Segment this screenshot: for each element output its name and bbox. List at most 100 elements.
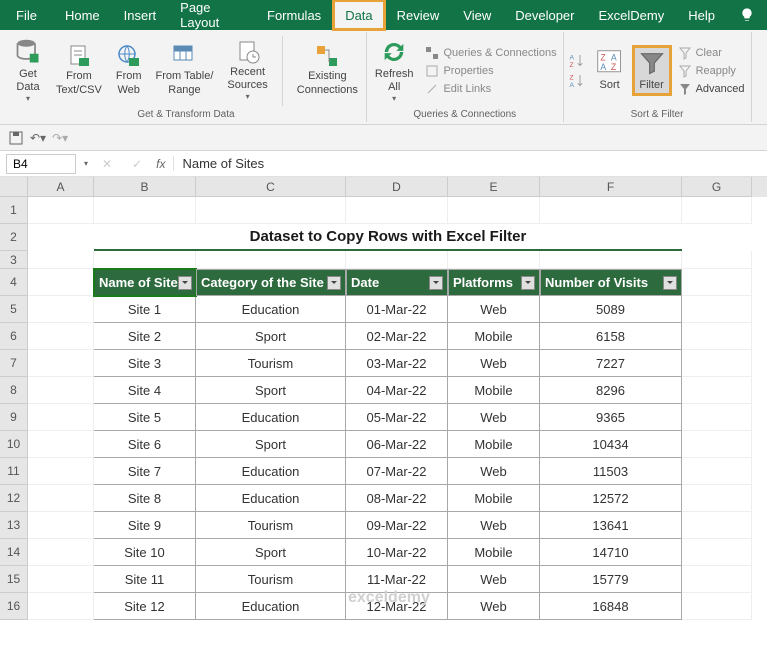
redo-button[interactable]: ↷▾ — [52, 131, 68, 145]
data-cell[interactable]: 02-Mar-22 — [346, 323, 448, 350]
data-cell[interactable]: Mobile — [448, 485, 540, 512]
table-header-platforms[interactable]: Platforms — [448, 269, 540, 296]
tell-me-icon[interactable] — [727, 0, 767, 30]
advanced-button[interactable]: Advanced — [676, 81, 747, 97]
tab-insert[interactable]: Insert — [112, 0, 169, 30]
formula-content[interactable]: Name of Sites — [173, 156, 264, 171]
cell[interactable] — [540, 197, 682, 224]
col-header-c[interactable]: C — [196, 177, 346, 197]
row-header[interactable]: 9 — [0, 404, 28, 431]
tab-exceldemy[interactable]: ExcelDemy — [587, 0, 677, 30]
undo-button[interactable]: ↶▾ — [30, 131, 46, 145]
cell[interactable] — [28, 377, 94, 404]
data-cell[interactable]: Site 11 — [94, 566, 196, 593]
data-cell[interactable]: Education — [196, 593, 346, 620]
data-cell[interactable]: 04-Mar-22 — [346, 377, 448, 404]
data-cell[interactable]: 03-Mar-22 — [346, 350, 448, 377]
cell[interactable] — [682, 251, 752, 269]
cell[interactable] — [682, 296, 752, 323]
data-cell[interactable]: Web — [448, 404, 540, 431]
data-cell[interactable]: Web — [448, 566, 540, 593]
data-cell[interactable]: 8296 — [540, 377, 682, 404]
data-cell[interactable]: Site 1 — [94, 296, 196, 323]
data-cell[interactable]: Site 9 — [94, 512, 196, 539]
data-cell[interactable]: 6158 — [540, 323, 682, 350]
from-web-button[interactable]: From Web — [112, 42, 146, 98]
tab-view[interactable]: View — [451, 0, 503, 30]
cell[interactable] — [682, 224, 752, 251]
col-header-g[interactable]: G — [682, 177, 752, 197]
queries-connections-button[interactable]: Queries & Connections — [423, 45, 558, 61]
filter-dropdown-button[interactable] — [521, 276, 535, 290]
tab-home[interactable]: Home — [53, 0, 112, 30]
name-box[interactable] — [6, 154, 76, 174]
data-cell[interactable]: Mobile — [448, 539, 540, 566]
cell[interactable] — [28, 485, 94, 512]
data-cell[interactable]: Tourism — [196, 512, 346, 539]
data-cell[interactable]: 15779 — [540, 566, 682, 593]
cell[interactable] — [196, 197, 346, 224]
data-cell[interactable]: 5089 — [540, 296, 682, 323]
cell[interactable] — [28, 296, 94, 323]
data-cell[interactable]: Sport — [196, 431, 346, 458]
data-cell[interactable]: Site 4 — [94, 377, 196, 404]
row-header[interactable]: 3 — [0, 251, 28, 269]
data-cell[interactable]: Site 5 — [94, 404, 196, 431]
col-header-b[interactable]: B — [94, 177, 196, 197]
get-data-button[interactable]: Get Data▾ — [10, 36, 46, 106]
filter-dropdown-button[interactable] — [663, 276, 677, 290]
data-cell[interactable]: Sport — [196, 377, 346, 404]
table-header-date[interactable]: Date — [346, 269, 448, 296]
cell[interactable] — [682, 377, 752, 404]
data-cell[interactable]: Education — [196, 485, 346, 512]
data-cell[interactable]: Sport — [196, 323, 346, 350]
cell[interactable] — [682, 458, 752, 485]
data-cell[interactable]: 9365 — [540, 404, 682, 431]
data-cell[interactable]: Web — [448, 350, 540, 377]
row-header[interactable]: 10 — [0, 431, 28, 458]
cell[interactable] — [28, 323, 94, 350]
row-header[interactable]: 14 — [0, 539, 28, 566]
existing-connections-button[interactable]: Existing Connections — [293, 42, 362, 98]
data-cell[interactable]: Education — [196, 296, 346, 323]
table-header-visits[interactable]: Number of Visits — [540, 269, 682, 296]
data-cell[interactable]: Site 6 — [94, 431, 196, 458]
cell[interactable] — [682, 269, 752, 296]
clear-button[interactable]: Clear — [676, 45, 747, 61]
edit-links-button[interactable]: Edit Links — [423, 81, 558, 97]
data-cell[interactable]: Mobile — [448, 431, 540, 458]
col-header-a[interactable]: A — [28, 177, 94, 197]
cell[interactable] — [28, 458, 94, 485]
row-header[interactable]: 6 — [0, 323, 28, 350]
filter-dropdown-button[interactable] — [178, 276, 192, 290]
tab-file[interactable]: File — [0, 0, 53, 30]
cell[interactable] — [28, 431, 94, 458]
cell[interactable] — [448, 197, 540, 224]
data-cell[interactable]: 14710 — [540, 539, 682, 566]
data-cell[interactable]: Site 2 — [94, 323, 196, 350]
from-table-range-button[interactable]: From Table/ Range — [152, 42, 218, 98]
data-cell[interactable]: Site 8 — [94, 485, 196, 512]
data-cell[interactable]: 12572 — [540, 485, 682, 512]
col-header-f[interactable]: F — [540, 177, 682, 197]
data-cell[interactable]: 11503 — [540, 458, 682, 485]
row-header[interactable]: 11 — [0, 458, 28, 485]
data-cell[interactable]: Education — [196, 404, 346, 431]
cell[interactable] — [682, 197, 752, 224]
save-icon[interactable] — [8, 130, 24, 146]
cell[interactable] — [682, 404, 752, 431]
cell[interactable] — [28, 224, 94, 251]
cell[interactable] — [682, 350, 752, 377]
data-cell[interactable]: Web — [448, 512, 540, 539]
cell[interactable] — [682, 539, 752, 566]
data-cell[interactable]: 16848 — [540, 593, 682, 620]
from-text-csv-button[interactable]: From Text/CSV — [52, 42, 106, 98]
name-box-dropdown[interactable]: ▾ — [84, 159, 88, 168]
tab-developer[interactable]: Developer — [503, 0, 586, 30]
cell[interactable] — [28, 251, 94, 269]
data-cell[interactable]: Web — [448, 296, 540, 323]
data-cell[interactable]: Site 10 — [94, 539, 196, 566]
data-cell[interactable]: 10434 — [540, 431, 682, 458]
tab-data[interactable]: Data — [333, 0, 384, 30]
row-header[interactable]: 8 — [0, 377, 28, 404]
